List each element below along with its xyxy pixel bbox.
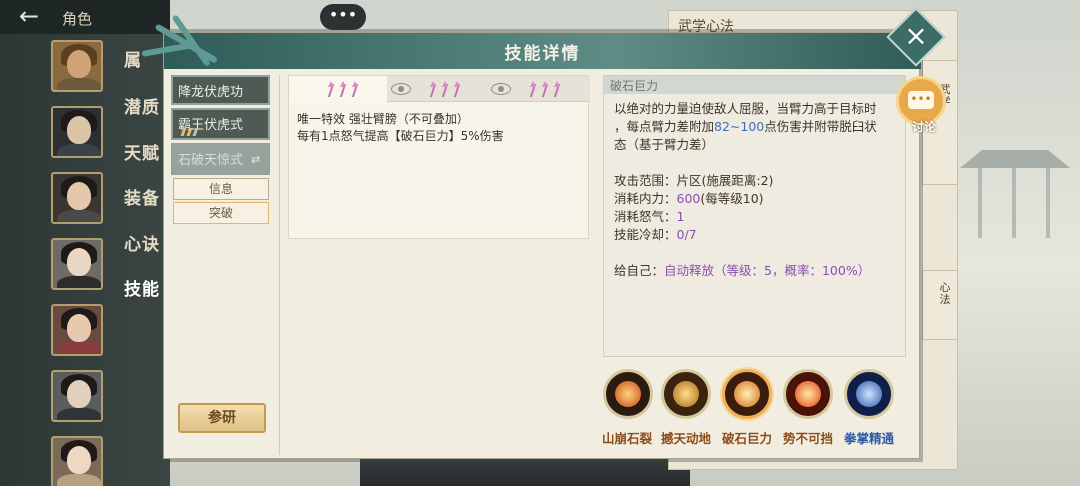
arrow-icon xyxy=(541,81,549,97)
nav-talent[interactable]: 天赋 xyxy=(124,139,160,164)
skill-name: 破石巨力 xyxy=(610,79,659,93)
swap-icon[interactable]: ⇄ xyxy=(251,153,260,166)
tier-tab[interactable] xyxy=(389,76,489,102)
character-portrait[interactable] xyxy=(51,304,103,356)
arrow-icon xyxy=(553,81,561,97)
discussion-icon: ••• xyxy=(908,91,934,109)
unstoppable-skill-icon[interactable] xyxy=(783,369,833,419)
character-portrait[interactable] xyxy=(51,436,103,486)
attack-range-row: 攻击范围：片区(施展距离:2) xyxy=(614,173,774,188)
skill-move-item[interactable]: 降龙伏虎功 xyxy=(171,75,270,105)
cooldown-row: 技能冷却：0/7 xyxy=(614,227,697,242)
tier-tab[interactable] xyxy=(289,76,387,102)
breakthrough-button[interactable]: 突破 xyxy=(173,202,269,224)
research-button[interactable]: 参研 xyxy=(178,403,266,433)
rage-cost-row: 消耗怒气：1 xyxy=(614,209,685,224)
skill-icon-label: 撼天动地 xyxy=(660,431,711,446)
eye-icon xyxy=(391,83,411,95)
self-trigger-row: 给自己：自动释放（等级：5，概率：100%） xyxy=(614,263,871,278)
eye-icon xyxy=(491,83,511,95)
skill-move-label: 石破天惊式 xyxy=(178,153,244,168)
skill-icon-label: 山崩石裂 xyxy=(601,431,652,446)
skill-description-line: 态（基于臂力差） xyxy=(614,137,715,152)
effect-text: 唯一特效 强壮臂膀（不可叠加） xyxy=(297,112,469,126)
character-portrait[interactable] xyxy=(51,40,103,92)
fist-mastery-skill-icon[interactable] xyxy=(844,369,894,419)
nav-potential[interactable]: 潜质 xyxy=(124,93,160,118)
dialog-header: 技能详情 xyxy=(164,33,921,69)
arrow-icon xyxy=(441,81,449,97)
earth-shake-skill-icon[interactable] xyxy=(661,369,711,419)
page-title: 角色 xyxy=(62,10,93,28)
arrow-icon xyxy=(453,81,461,97)
character-portrait[interactable] xyxy=(51,106,103,158)
back-arrow-icon[interactable]: ← xyxy=(6,4,52,30)
skill-move-label: 降龙伏虎功 xyxy=(178,85,244,100)
chat-bubble-icon[interactable]: ••• xyxy=(320,4,366,30)
character-portrait[interactable] xyxy=(51,370,103,422)
arrow-icon xyxy=(327,81,335,97)
skill-detail-dialog: 技能详情 降龙伏虎功 霸王伏虎式 石破天惊式 ⇄ 信息 突破 参研 唯一特效 强… xyxy=(141,14,921,459)
tier-tabs xyxy=(289,76,590,102)
skill-icon-label: 破石巨力 xyxy=(721,431,772,446)
pavilion-decoration xyxy=(960,120,1070,240)
skill-description-line: ，每点臂力差附加82~100点伤害并附带脱臼状 xyxy=(614,119,877,134)
effect-text: 每有1点怒气提高【破石巨力】5%伤害 xyxy=(297,129,504,143)
sword-decoration-icon xyxy=(134,3,244,83)
skill-description-line: 以绝对的力量迫使敌人屈服，当臂力高于目标时 xyxy=(614,101,877,116)
close-icon: × xyxy=(904,19,928,52)
arrow-icon xyxy=(339,81,347,97)
character-portrait[interactable] xyxy=(51,238,103,290)
skill-description-panel: 破石巨力 以绝对的力量迫使敌人屈服，当臂力高于目标时 ，每点臂力差附加82~10… xyxy=(603,75,906,357)
skill-icon-label: 势不可挡 xyxy=(782,431,833,446)
mp-cost-row: 消耗内力：600(每等级10) xyxy=(614,191,764,206)
discussion-label: 讨论 xyxy=(911,120,936,134)
skill-move-item[interactable]: 霸王伏虎式 xyxy=(171,108,270,140)
level-pips-icon xyxy=(180,128,212,136)
skill-move-item[interactable]: 石破天惊式 ⇄ xyxy=(171,143,270,175)
nav-mind-art[interactable]: 心诀 xyxy=(124,230,160,255)
arrow-icon xyxy=(429,81,437,97)
tier-tab[interactable] xyxy=(489,76,589,102)
column-divider xyxy=(279,75,280,455)
effect-panel: 唯一特效 强壮臂膀（不可叠加） 每有1点怒气提高【破石巨力】5%伤害 xyxy=(288,75,590,239)
stone-breaker-skill-icon[interactable] xyxy=(722,369,772,419)
rock-crumble-skill-icon[interactable] xyxy=(603,369,653,419)
nav-skills[interactable]: 技能 xyxy=(124,275,160,300)
skill-name-bar: 破石巨力 xyxy=(604,76,905,94)
skill-icon-label: 拳掌精通 xyxy=(843,431,894,446)
arrow-icon xyxy=(351,81,359,97)
nav-equipment[interactable]: 装备 xyxy=(124,184,160,209)
arrow-icon xyxy=(529,81,537,97)
dialog-title: 技能详情 xyxy=(504,44,581,64)
character-portrait[interactable] xyxy=(51,172,103,224)
info-button[interactable]: 信息 xyxy=(173,178,269,200)
scroll-label: 心法 xyxy=(939,281,951,306)
